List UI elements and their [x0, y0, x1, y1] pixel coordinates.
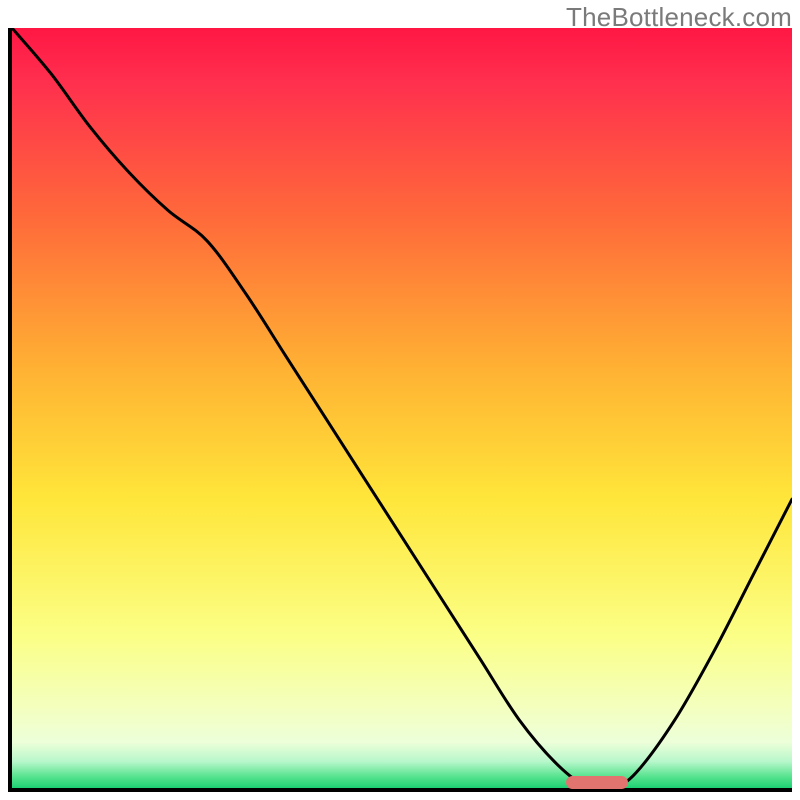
bottleneck-curve	[12, 28, 792, 788]
optimal-range-marker	[566, 776, 628, 789]
curve-layer	[12, 28, 792, 788]
plot-area	[8, 28, 792, 792]
chart-root: TheBottleneck.com	[0, 0, 800, 800]
